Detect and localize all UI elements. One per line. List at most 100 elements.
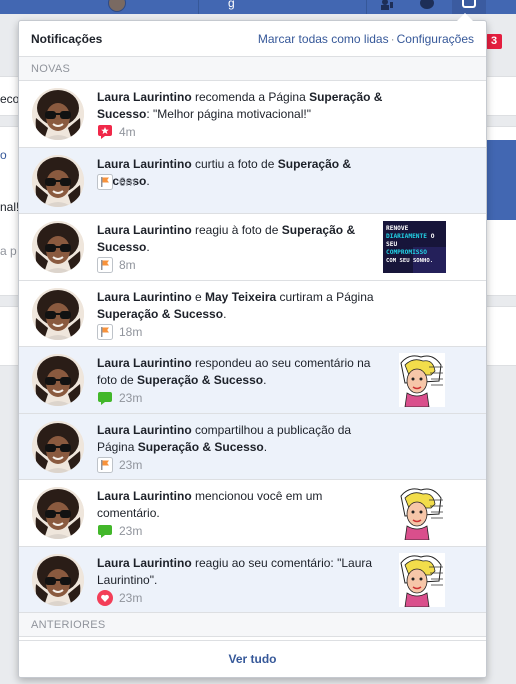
svg-text:COM SEU SONHO.: COM SEU SONHO. (386, 258, 433, 264)
globe-icon (462, 0, 476, 8)
notification-meta: 23m (97, 456, 143, 473)
actor-name: Laura Laurintino (97, 489, 192, 503)
action-text: curtiram a Página (276, 289, 374, 304)
actor-avatar (32, 287, 84, 340)
top-navigation-bar: g (0, 0, 516, 14)
background-text: nal! (0, 200, 20, 214)
notification-item[interactable]: Laura Laurintino e May Teixeira curtiram… (19, 280, 486, 347)
notification-time: 23m (119, 457, 143, 472)
background-banner (486, 140, 516, 220)
actor-name: Laura Laurintino (97, 90, 192, 104)
background-text: eco (0, 92, 20, 106)
comment-icon (97, 523, 113, 539)
actor-avatar (32, 154, 84, 207)
actor-name: Laura Laurintino (97, 422, 192, 437)
actor-name: Laura Laurintino (97, 156, 192, 171)
page-flag-icon (97, 173, 113, 190)
notification-meta: 23m (97, 589, 143, 606)
action-tail: . (263, 439, 268, 454)
second-actor-name: May Teixeira (205, 289, 277, 304)
separator-dot: · (390, 31, 395, 46)
notification-meta: 18m (97, 323, 143, 340)
notification-meta: 23m (97, 390, 142, 406)
svg-text:RENOVE: RENOVE (386, 225, 409, 232)
sticker-thumbnail[interactable] (399, 552, 445, 607)
action-tail: . (223, 306, 227, 321)
actor-name: Laura Laurintino (97, 555, 192, 570)
notification-text: Laura Laurintino respondeu ao seu coment… (97, 355, 387, 389)
mark-all-read-link[interactable]: Marcar todas como lidas (258, 32, 389, 46)
profile-avatar[interactable] (108, 0, 126, 12)
settings-link[interactable]: Configurações (397, 32, 474, 46)
notification-list: Laura Laurintino recomenda a Página Supe… (19, 81, 486, 613)
action-tail: . (263, 373, 267, 387)
post-thumbnail[interactable]: RENOVE DIARIAMENTE O SEU COMPROMISSO COM SEU… (383, 221, 446, 273)
notification-time: 6m (119, 174, 136, 189)
see-all-link[interactable]: Ver tudo (19, 640, 486, 677)
sticker-thumbnail[interactable] (399, 353, 445, 407)
background-text: a p (0, 244, 17, 258)
notification-text: Laura Laurintino recomenda a Página Supe… (97, 89, 387, 123)
notification-time: 23m (119, 391, 143, 405)
actor-name: Laura Laurintino (97, 356, 192, 370)
action-tail: . (146, 240, 150, 254)
notification-time: 18m (119, 324, 143, 339)
notification-meta: 23m (97, 523, 142, 539)
notification-text: Laura Laurintino compartilhou a publicaç… (97, 422, 387, 456)
notification-time: 23m (119, 590, 143, 605)
notification-time: 23m (119, 524, 143, 538)
section-old-label: ANTERIORES (19, 613, 486, 637)
background-text: o (0, 148, 7, 162)
notification-time: 8m (119, 258, 136, 272)
page-name: Superação & Sucesso (137, 439, 264, 454)
notification-text: Laura Laurintino reagiu ao seu comentári… (97, 555, 387, 589)
notification-text: Laura Laurintino curtiu a foto de Supera… (97, 156, 387, 190)
notification-item[interactable]: Laura Laurintino mencionou você em um co… (19, 480, 486, 547)
friend-requests-icon[interactable] (380, 0, 394, 10)
notification-item[interactable]: Laura Laurintino recomenda a Página Supe… (19, 81, 486, 148)
nav-divider (366, 0, 367, 14)
dropdown-caret (457, 13, 473, 21)
svg-text:SEU: SEU (386, 241, 397, 248)
notification-item[interactable]: Laura Laurintino curtiu a foto de Supera… (19, 147, 486, 214)
svg-text:DIARIAMENTE O: DIARIAMENTE O (386, 233, 435, 240)
section-new-label: NOVAS (19, 57, 486, 81)
love-reaction-icon (97, 589, 113, 606)
actor-avatar (32, 420, 84, 473)
profile-name[interactable]: g (228, 0, 235, 10)
messages-icon[interactable] (420, 0, 434, 10)
notification-text: Laura Laurintino reagiu à foto de Supera… (97, 222, 387, 256)
actor-avatar (32, 553, 84, 606)
star-review-icon (97, 124, 113, 140)
nav-divider (198, 0, 199, 14)
notification-item[interactable]: Laura Laurintino reagiu ao seu comentári… (19, 546, 486, 613)
notification-count-badge: 3 (486, 34, 502, 49)
notification-text: Laura Laurintino e May Teixeira curtiram… (97, 289, 387, 323)
comment-icon (97, 390, 113, 406)
page-name: Superação & Sucesso (97, 306, 224, 321)
dropdown-header: Notificações Marcar todas como lidas · Con… (19, 21, 486, 57)
post-thumbnail-image: RENOVEDIARIAMENTE OSEUCOMPROMISSO COM SEU… (383, 221, 446, 273)
svg-text:COMPROMISSO: COMPROMISSO (386, 249, 427, 256)
actor-avatar (32, 88, 84, 140)
notification-time: 4m (119, 125, 136, 139)
notifications-button[interactable] (452, 0, 486, 14)
notification-item[interactable]: Laura Laurintino reagiu à foto de Supera… (19, 214, 486, 281)
actor-name: Laura Laurintino (97, 289, 192, 304)
notifications-dropdown: Notificações Marcar todas como lidas · Con… (18, 20, 487, 678)
action-text: recomenda a Página (191, 90, 310, 104)
sticker-thumbnail[interactable] (399, 486, 445, 540)
actor-avatar (32, 487, 84, 539)
notification-item[interactable]: Laura Laurintino compartilhou a publicaç… (19, 413, 486, 480)
actor-avatar (32, 354, 84, 406)
action-tail: : "Melhor página motivacional!" (146, 107, 311, 121)
actor-avatar (32, 221, 84, 273)
action-text: curtiu a foto de (191, 156, 278, 171)
dropdown-title: Notificações (31, 31, 103, 46)
page-flag-icon (97, 257, 113, 273)
page-flag-icon (97, 456, 113, 473)
action-text: reagiu à foto de (191, 223, 282, 237)
action-text: e (191, 289, 206, 304)
actor-name: Laura Laurintino (97, 223, 192, 237)
notification-item[interactable]: Laura Laurintino respondeu ao seu coment… (19, 347, 486, 414)
